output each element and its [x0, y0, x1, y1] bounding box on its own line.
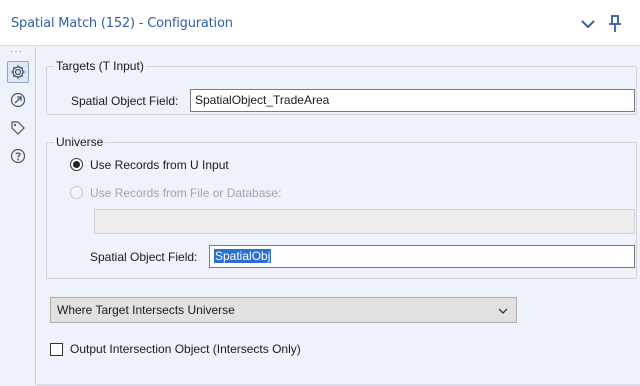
grip-dots-icon[interactable]: ··· [10, 47, 23, 57]
chevron-down-icon [498, 305, 508, 315]
option-use-u-input-label[interactable]: Use Records from U Input [90, 158, 229, 172]
pin-icon[interactable] [604, 13, 626, 35]
option-use-file-db-label[interactable]: Use Records from File or Database: [90, 186, 281, 200]
configuration-panel: Targets (T Input) Spatial Object Field: … [37, 47, 640, 386]
chevron-down-icon[interactable] [577, 13, 599, 35]
output-intersection-checkbox[interactable] [50, 343, 63, 356]
tag-icon[interactable] [7, 117, 29, 139]
match-action-value: Where Target Intersects Universe [57, 303, 235, 317]
title-bar: Spatial Match (152) - Configuration [0, 0, 640, 46]
targets-spatial-field-input[interactable]: SpatialObject_TradeArea [190, 89, 635, 112]
targets-spatial-field-value: SpatialObject_TradeArea [195, 93, 330, 107]
radio-use-u-input[interactable] [70, 158, 83, 171]
window-title: Spatial Match (152) - Configuration [11, 16, 233, 31]
universe-spatial-field-value: SpatialObj [214, 249, 272, 263]
gear-icon[interactable] [7, 61, 29, 83]
help-icon[interactable] [7, 145, 29, 167]
universe-legend: Universe [56, 135, 104, 149]
targets-spatial-field-label: Spatial Object Field: [71, 94, 179, 108]
sidebar: ··· [0, 47, 36, 386]
arrow-circle-icon[interactable] [7, 89, 29, 111]
universe-spatial-field-input[interactable]: SpatialObj [209, 245, 635, 268]
output-intersection-label[interactable]: Output Intersection Object (Intersects O… [70, 342, 301, 356]
radio-use-file-db[interactable] [70, 186, 83, 199]
file-database-input[interactable] [94, 209, 635, 234]
targets-legend: Targets (T Input) [56, 59, 144, 73]
universe-spatial-field-label: Spatial Object Field: [90, 250, 198, 264]
match-action-dropdown[interactable]: Where Target Intersects Universe [50, 297, 517, 323]
